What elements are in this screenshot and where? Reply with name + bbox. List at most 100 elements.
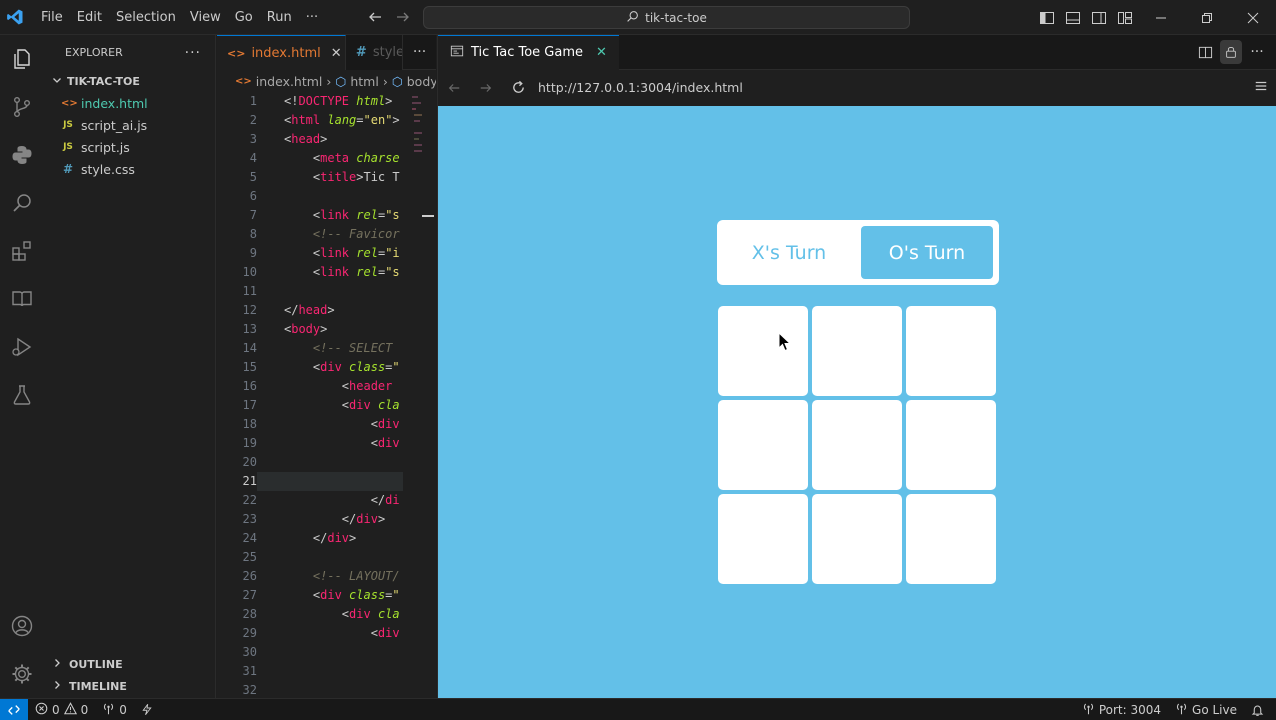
code-line[interactable]: 31 [217, 662, 436, 681]
code-line[interactable]: 28 <div cla [217, 605, 436, 624]
tab-style-css[interactable]: # style. [345, 35, 404, 70]
code-line[interactable]: 27 <div class=" [217, 586, 436, 605]
source-control-icon[interactable] [0, 83, 43, 131]
code-line[interactable]: 12 </head> [217, 301, 436, 320]
timeline-section[interactable]: TIMELINE [43, 675, 216, 697]
extensions-icon[interactable] [0, 227, 43, 275]
minimize-icon[interactable] [1138, 0, 1184, 35]
code-line[interactable]: 3 <head> [217, 130, 436, 149]
code-editor[interactable]: 1 <!DOCTYPE html> 2 <html lang="en"> 3 <head>… [217, 92, 436, 698]
remote-indicator-icon[interactable] [0, 698, 28, 720]
search-sidebar-icon[interactable] [0, 179, 43, 227]
account-icon[interactable] [0, 602, 43, 650]
tabs-more-icon[interactable]: ··· [403, 35, 436, 69]
code-line[interactable]: 22 </di [217, 491, 436, 510]
code-line[interactable]: 32 [217, 681, 436, 698]
code-line[interactable]: 6 [217, 187, 436, 206]
board-cell[interactable] [906, 400, 996, 490]
menu-run[interactable]: Run [260, 0, 299, 35]
code-line[interactable]: 11 [217, 282, 436, 301]
breadcrumb-body[interactable]: body [407, 74, 436, 89]
code-line[interactable]: 8 <!-- Favicor [217, 225, 436, 244]
file-script-js[interactable]: JS script.js [43, 136, 215, 158]
browser-forward-icon[interactable] [470, 70, 502, 105]
board-cell[interactable] [812, 494, 902, 584]
board-cell[interactable] [812, 306, 902, 396]
toggle-primary-sidebar-icon[interactable] [1034, 0, 1060, 35]
command-center-search[interactable]: tik-tac-toe [423, 6, 910, 29]
minimap[interactable] [412, 92, 422, 242]
code-line[interactable]: 14 <!-- SELECT [217, 339, 436, 358]
outline-section[interactable]: OUTLINE [43, 653, 216, 675]
code-line[interactable]: 23 </div> [217, 510, 436, 529]
breadcrumb-file[interactable]: index.html [256, 74, 323, 89]
split-editor-icon[interactable] [1194, 40, 1216, 64]
code-line[interactable]: 30 [217, 643, 436, 662]
board-cell[interactable] [906, 306, 996, 396]
python-icon[interactable] [0, 131, 43, 179]
reload-icon[interactable] [502, 70, 534, 105]
board-cell[interactable] [906, 494, 996, 584]
board-cell[interactable] [718, 306, 808, 396]
tab-index-html[interactable]: <> index.html ✕ [217, 35, 346, 70]
menu-go[interactable]: Go [228, 0, 260, 35]
menu-view[interactable]: View [183, 0, 228, 35]
file-index-html[interactable]: <> index.html [43, 92, 215, 114]
code-line[interactable]: 2 <html lang="en"> [217, 111, 436, 130]
more-actions-icon[interactable]: ··· [1246, 40, 1268, 64]
forward-arrow-icon[interactable] [394, 8, 412, 26]
manage-gear-icon[interactable] [0, 650, 43, 698]
folder-tik-tac-toe[interactable]: TIK-TAC-TOE [43, 70, 215, 92]
tab-tic-tac-toe-game[interactable]: Tic Tac Toe Game ✕ [438, 34, 619, 70]
url-input[interactable]: http://127.0.0.1:3004/index.html [538, 80, 743, 95]
customize-layout-icon[interactable] [1112, 0, 1138, 35]
menu-edit[interactable]: Edit [70, 0, 109, 35]
menu-selection[interactable]: Selection [109, 0, 183, 35]
board-cell[interactable] [718, 400, 808, 490]
back-arrow-icon[interactable] [366, 8, 384, 26]
code-line[interactable]: 9 <link rel="i [217, 244, 436, 263]
toggle-panel-icon[interactable] [1060, 0, 1086, 35]
code-line[interactable]: 17 <div cla [217, 396, 436, 415]
close-window-icon[interactable] [1230, 0, 1276, 35]
close-tab-icon[interactable]: ✕ [596, 45, 607, 60]
code-line[interactable]: 21 [217, 472, 436, 491]
breadcrumb-html[interactable]: html [350, 74, 378, 89]
close-tab-icon[interactable]: ✕ [331, 46, 342, 61]
code-line[interactable]: 13 <body> [217, 320, 436, 339]
explorer-icon[interactable] [0, 35, 43, 83]
menu-more[interactable]: ··· [299, 0, 325, 35]
lock-icon[interactable] [1220, 40, 1242, 64]
board-cell[interactable] [718, 494, 808, 584]
code-line[interactable]: 24 </div> [217, 529, 436, 548]
toggle-secondary-sidebar-icon[interactable] [1086, 0, 1112, 35]
board-cell[interactable] [812, 400, 902, 490]
code-line[interactable]: 20 [217, 453, 436, 472]
lightning-icon[interactable] [134, 703, 160, 716]
restore-icon[interactable] [1184, 0, 1230, 35]
file-script-ai-js[interactable]: JS script_ai.js [43, 114, 215, 136]
code-line[interactable]: 16 <header [217, 377, 436, 396]
problems-indicator[interactable]: 0 0 [28, 701, 95, 718]
code-line[interactable]: 19 <div [217, 434, 436, 453]
o-turn-label[interactable]: O's Turn [861, 226, 993, 279]
browser-back-icon[interactable] [438, 70, 470, 105]
go-live-button[interactable]: Go Live [1168, 702, 1244, 718]
code-line[interactable]: 26 <!-- LAYOUT/ [217, 567, 436, 586]
testing-flask-icon[interactable] [0, 371, 43, 419]
code-line[interactable]: 5 <title>Tic T [217, 168, 436, 187]
menu-file[interactable]: File [34, 0, 70, 35]
code-line[interactable]: 7 <link rel="s [217, 206, 436, 225]
hamburger-menu-icon[interactable] [1254, 79, 1268, 97]
code-line[interactable]: 4 <meta charse [217, 149, 436, 168]
port-indicator[interactable]: Port: 3004 [1075, 702, 1168, 718]
file-style-css[interactable]: # style.css [43, 158, 215, 180]
explorer-more-icon[interactable]: ··· [185, 45, 201, 61]
code-line[interactable]: 1 <!DOCTYPE html> [217, 92, 436, 111]
code-line[interactable]: 25 [217, 548, 436, 567]
x-turn-label[interactable]: X's Turn [723, 226, 855, 279]
run-debug-icon[interactable] [0, 323, 43, 371]
code-line[interactable]: 29 <div [217, 624, 436, 643]
code-line[interactable]: 10 <link rel="s [217, 263, 436, 282]
book-icon[interactable] [0, 275, 43, 323]
